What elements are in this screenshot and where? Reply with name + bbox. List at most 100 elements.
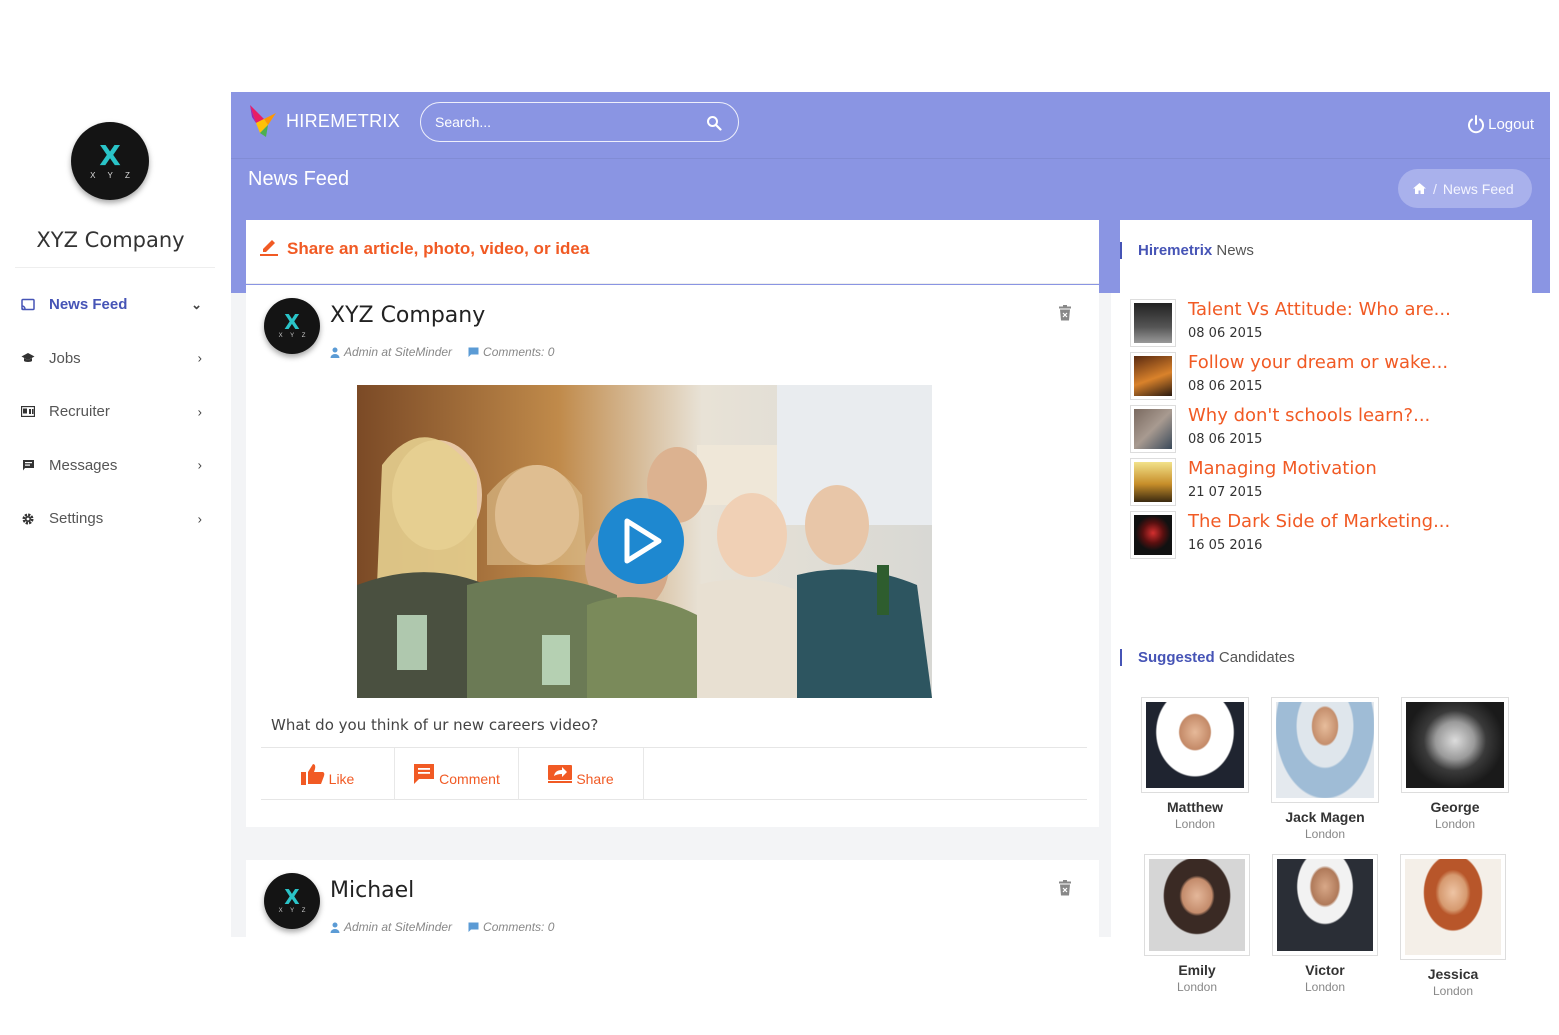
chevron-right-icon: › xyxy=(197,404,202,420)
post-meta-author: Admin at SiteMinder xyxy=(344,920,453,934)
delete-icon[interactable] xyxy=(1059,305,1071,321)
candidate-card[interactable]: George London xyxy=(1400,697,1510,831)
post-meta: Admin at SiteMinder Comments: 0 xyxy=(330,345,554,359)
news-item[interactable]: Managing Motivation 21 07 2015 xyxy=(1130,458,1530,508)
comment-icon xyxy=(414,764,435,784)
logout-button[interactable]: Logout xyxy=(1467,114,1534,134)
thumbs-up-icon xyxy=(300,764,324,785)
logo-glyph: X xyxy=(284,885,300,909)
news-thumbnail xyxy=(1130,458,1176,506)
candidate-photo xyxy=(1271,697,1379,803)
divider xyxy=(15,267,215,268)
news-item[interactable]: Follow your dream or wake... 08 06 2015 xyxy=(1130,352,1530,402)
news-thumbnail xyxy=(1130,299,1176,347)
news-thumbnail xyxy=(1130,352,1176,400)
search-input[interactable] xyxy=(435,112,695,132)
company-name: XYZ Company xyxy=(36,228,185,252)
avatar[interactable]: X X Y Z xyxy=(264,298,320,354)
avatar[interactable]: X X Y Z xyxy=(264,873,320,929)
candidate-photo xyxy=(1141,697,1249,793)
comment-button[interactable]: Comment xyxy=(395,748,519,800)
search-icon[interactable] xyxy=(706,115,722,131)
brand-name: HIREMETRIX xyxy=(286,110,401,131)
like-button[interactable]: Like xyxy=(261,748,395,800)
candidate-name: George xyxy=(1430,799,1480,815)
candidate-photo xyxy=(1272,854,1378,956)
title-bold: Suggested xyxy=(1138,649,1215,666)
page-title: News Feed xyxy=(248,168,350,190)
gear-icon xyxy=(20,511,36,527)
sidebar-nav: News Feed ⌄ Jobs › Recruiter › Messages … xyxy=(20,278,210,546)
candidate-card[interactable]: Matthew London xyxy=(1140,697,1250,831)
sidebar-item-label: Settings xyxy=(49,510,104,528)
home-icon[interactable] xyxy=(1412,182,1427,195)
brand[interactable]: HIREMETRIX xyxy=(248,103,400,139)
candidate-card[interactable]: Jack Magen London xyxy=(1270,697,1380,841)
logo-text: X Y Z xyxy=(278,333,309,339)
graduation-cap-icon xyxy=(20,350,36,366)
sidebar-item-recruiter[interactable]: Recruiter › xyxy=(20,385,210,439)
logo-text: X Y Z xyxy=(278,908,309,914)
play-button[interactable] xyxy=(598,498,684,584)
video-player[interactable] xyxy=(357,385,932,698)
pencil-icon xyxy=(260,240,278,256)
news-panel: Hiremetrix News Talent Vs Attitude: Who … xyxy=(1120,220,1532,595)
candidate-card[interactable]: Emily London xyxy=(1142,854,1252,994)
news-title[interactable]: Talent Vs Attitude: Who are... xyxy=(1188,299,1451,320)
chevron-right-icon: › xyxy=(197,350,202,366)
sidebar-item-label: News Feed xyxy=(49,296,128,314)
chevron-right-icon: › xyxy=(197,457,202,473)
news-item[interactable]: Why don't schools learn?... 08 06 2015 xyxy=(1130,405,1530,455)
post-meta-comments: Comments: 0 xyxy=(483,345,555,359)
news-thumbnail xyxy=(1130,405,1176,453)
title-rest: News xyxy=(1216,242,1254,259)
candidate-name: Emily xyxy=(1178,962,1216,978)
news-title[interactable]: Why don't schools learn?... xyxy=(1188,405,1430,426)
share-composer[interactable]: Share an article, photo, video, or idea xyxy=(246,220,1099,284)
post-author[interactable]: Michael xyxy=(330,878,414,903)
logout-label: Logout xyxy=(1488,115,1534,133)
post-caption: What do you think of ur new careers vide… xyxy=(271,716,599,734)
candidate-location: London xyxy=(1304,827,1346,841)
breadcrumb-separator: / xyxy=(1433,180,1437,197)
candidate-location: London xyxy=(1174,817,1216,831)
post-card: X X Y Z XYZ Company Admin at SiteMinder … xyxy=(246,285,1099,827)
cast-icon xyxy=(20,297,36,313)
news-panel-title: Hiremetrix News xyxy=(1120,242,1254,259)
candidate-card[interactable]: Victor London xyxy=(1270,854,1380,994)
comment-icon xyxy=(468,347,479,358)
comment-icon xyxy=(468,922,479,933)
post-meta-author: Admin at SiteMinder xyxy=(344,345,453,359)
news-title[interactable]: Follow your dream or wake... xyxy=(1188,352,1448,373)
sidebar: X X Y Z XYZ Company News Feed ⌄ Jobs › R… xyxy=(0,0,231,1035)
candidate-photo xyxy=(1144,854,1250,956)
post-author[interactable]: XYZ Company xyxy=(330,303,485,328)
sidebar-item-jobs[interactable]: Jobs › xyxy=(20,332,210,386)
candidate-name: Matthew xyxy=(1167,799,1223,815)
news-title[interactable]: Managing Motivation xyxy=(1188,458,1377,479)
share-label: Share xyxy=(576,771,614,787)
news-date: 08 06 2015 xyxy=(1188,326,1263,341)
news-date: 08 06 2015 xyxy=(1188,379,1263,394)
news-date: 08 06 2015 xyxy=(1188,432,1263,447)
candidate-location: London xyxy=(1304,980,1346,994)
user-icon xyxy=(330,347,340,358)
news-title[interactable]: The Dark Side of Marketing... xyxy=(1188,511,1450,532)
candidate-card[interactable]: Jessica London xyxy=(1398,854,1508,998)
news-item[interactable]: The Dark Side of Marketing... 16 05 2016 xyxy=(1130,511,1530,561)
candidate-photo xyxy=(1401,697,1509,793)
news-thumbnail xyxy=(1130,511,1176,559)
sidebar-item-news-feed[interactable]: News Feed ⌄ xyxy=(20,278,210,332)
sidebar-item-settings[interactable]: Settings › xyxy=(20,492,210,546)
sidebar-item-messages[interactable]: Messages › xyxy=(20,439,210,493)
delete-icon[interactable] xyxy=(1059,880,1071,896)
share-button[interactable]: Share xyxy=(519,748,644,800)
search-box[interactable] xyxy=(420,102,739,142)
title-bold: Hiremetrix xyxy=(1138,242,1213,259)
news-date: 21 07 2015 xyxy=(1188,485,1263,500)
candidate-location: London xyxy=(1434,817,1476,831)
news-item[interactable]: Talent Vs Attitude: Who are... 08 06 201… xyxy=(1130,299,1530,349)
post-meta-comments: Comments: 0 xyxy=(483,920,555,934)
news-date: 16 05 2016 xyxy=(1188,538,1263,553)
candidates-panel: Suggested Candidates Matthew London Jack… xyxy=(1120,627,1532,1035)
